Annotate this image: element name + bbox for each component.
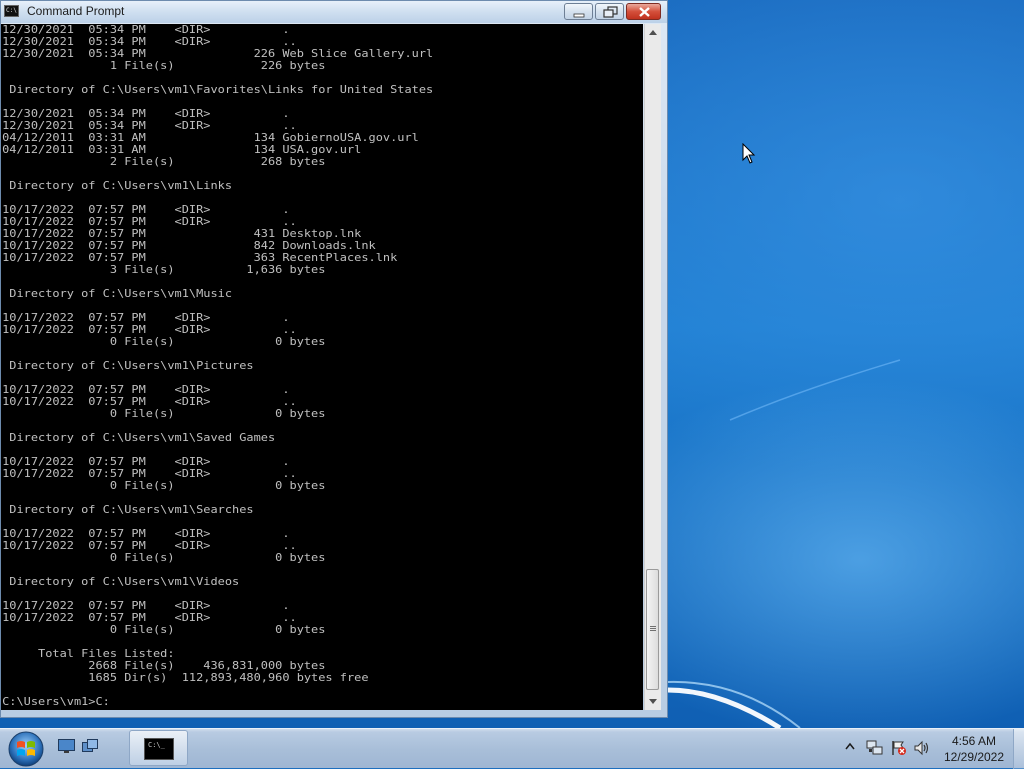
console-line: 0 File(s) 0 bytes [2, 407, 326, 420]
minimize-icon [573, 13, 585, 18]
windows-logo-icon[interactable] [4, 730, 48, 768]
close-icon [639, 7, 650, 17]
close-button[interactable] [626, 3, 661, 20]
console-line: 0 File(s) 0 bytes [2, 623, 326, 636]
console-line: 0 File(s) 0 bytes [2, 479, 326, 492]
clock[interactable]: 4:56 AM 12/29/2022 [936, 733, 1012, 765]
taskbar-command-prompt-button[interactable]: C:\_ [129, 730, 188, 766]
cmd-icon: C:\_ [144, 738, 174, 760]
title-bar[interactable]: C:\ Command Prompt [1, 1, 667, 23]
console-line: Directory of C:\Users\vm1\Videos [2, 575, 240, 588]
show-desktop-button[interactable] [1013, 729, 1024, 769]
console-line: 1685 Dir(s) 112,893,480,960 bytes free [2, 671, 369, 684]
vertical-scrollbar[interactable] [644, 24, 661, 710]
console-line: Directory of C:\Users\vm1\Searches [2, 503, 254, 516]
switch-windows-icon[interactable] [82, 739, 98, 754]
console-output[interactable]: 12/30/2021 05:34 PM <DIR> . 12/30/2021 05… [1, 24, 643, 710]
maximize-icon [603, 6, 618, 18]
console-line: Directory of C:\Users\vm1\Favorites\Link… [2, 83, 434, 96]
scroll-up-arrow-icon[interactable] [645, 24, 661, 41]
mouse-cursor-icon [742, 143, 756, 164]
cmd-icon-text: C:\_ [148, 741, 165, 749]
taskbar: C:\_ 4:56 AM 12/29/2022 [0, 728, 1024, 769]
console-line: Directory of C:\Users\vm1\Pictures [2, 359, 254, 372]
cmd-icon[interactable]: C:\ [4, 5, 19, 17]
console-line: 3 File(s) 1,636 bytes [2, 263, 326, 276]
console-text: 12/30/2021 05:34 PM <DIR> . 12/30/2021 05… [1, 24, 643, 708]
minimize-button[interactable] [564, 3, 593, 20]
show-desktop-icon[interactable] [58, 739, 75, 754]
show-hidden-icons-chevron[interactable] [845, 740, 855, 754]
console-line: 0 File(s) 0 bytes [2, 551, 326, 564]
scroll-grip-icon [650, 626, 656, 631]
console-line: Directory of C:\Users\vm1\Links [2, 179, 233, 192]
restore-button[interactable] [595, 3, 624, 20]
console-line: 1 File(s) 226 bytes [2, 59, 326, 72]
console-line: 0 File(s) 0 bytes [2, 335, 326, 348]
scroll-down-arrow-icon[interactable] [645, 693, 661, 710]
network-icon[interactable] [866, 740, 884, 756]
console-line: C:\Users\vm1>C: [2, 695, 110, 708]
clock-time: 4:56 AM [951, 734, 997, 748]
window-title: Command Prompt [27, 4, 125, 18]
volume-icon[interactable] [914, 740, 930, 756]
command-prompt-window[interactable]: C:\ Command Prompt 12/30/2021 05:34 PM <… [0, 0, 668, 718]
console-line: 2 File(s) 268 bytes [2, 155, 326, 168]
scroll-thumb[interactable] [646, 569, 659, 690]
console-line: Directory of C:\Users\vm1\Music [2, 287, 233, 300]
action-center-flag-icon[interactable] [891, 740, 907, 756]
clock-date: 12/29/2022 [943, 750, 1005, 764]
console-line: Directory of C:\Users\vm1\Saved Games [2, 431, 276, 444]
